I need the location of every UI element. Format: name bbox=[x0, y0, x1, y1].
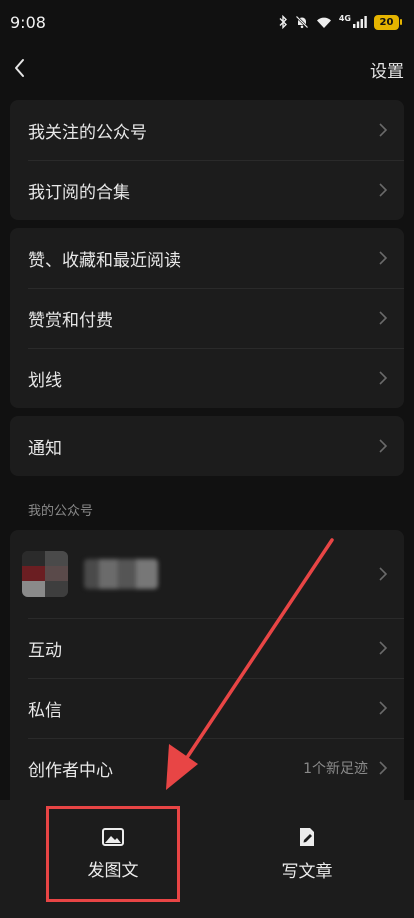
chevron-right-icon bbox=[379, 567, 388, 581]
account-name-blurred bbox=[84, 559, 158, 589]
post-image-text-label: 发图文 bbox=[87, 860, 139, 881]
wifi-icon bbox=[316, 17, 331, 28]
chevron-right-icon bbox=[379, 123, 388, 137]
row-interaction[interactable]: 互动 bbox=[10, 618, 404, 678]
post-image-text-button[interactable]: 发图文 bbox=[46, 806, 180, 902]
nav-bar: 设置 bbox=[0, 48, 414, 88]
network-type-label: 4G bbox=[338, 13, 351, 23]
row-highlights[interactable]: 划线 bbox=[10, 348, 404, 408]
chevron-right-icon bbox=[379, 371, 388, 385]
chevron-right-icon bbox=[379, 761, 388, 775]
row-label: 互动 bbox=[28, 640, 62, 661]
chevron-right-icon bbox=[379, 701, 388, 715]
row-label: 私信 bbox=[28, 700, 62, 721]
row-label: 我关注的公众号 bbox=[28, 122, 147, 143]
status-icons: 4G 20 bbox=[278, 13, 402, 30]
battery-indicator: 20 bbox=[374, 14, 402, 30]
row-likes-favorites-recent[interactable]: 赞、收藏和最近阅读 bbox=[10, 228, 404, 288]
avatar bbox=[22, 551, 68, 597]
row-label: 划线 bbox=[28, 370, 62, 391]
row-label: 我订阅的合集 bbox=[28, 182, 130, 203]
status-bar: 9:08 4G 20 bbox=[0, 0, 414, 44]
write-article-label: 写文章 bbox=[281, 861, 333, 882]
card-activity: 赞、收藏和最近阅读 赞赏和付费 划线 bbox=[10, 228, 404, 408]
edit-document-icon bbox=[300, 827, 314, 846]
card-subscriptions: 我关注的公众号 我订阅的合集 bbox=[10, 100, 404, 220]
chevron-right-icon bbox=[379, 439, 388, 453]
bottom-action-bar: 发图文 写文章 bbox=[0, 800, 414, 918]
card-my-accounts: 互动 私信 创作者中心 1个新足迹 bbox=[10, 530, 404, 820]
chevron-left-icon bbox=[15, 59, 24, 77]
row-label: 创作者中心 bbox=[28, 760, 113, 781]
write-article-button[interactable]: 写文章 bbox=[242, 808, 372, 900]
image-icon bbox=[102, 827, 124, 846]
row-private-messages[interactable]: 私信 bbox=[10, 678, 404, 738]
new-footprint-badge: 1个新足迹 bbox=[303, 761, 368, 777]
row-account[interactable] bbox=[10, 530, 404, 618]
mute-bell-icon bbox=[295, 15, 309, 29]
card-notifications: 通知 bbox=[10, 416, 404, 476]
status-time: 9:08 bbox=[10, 12, 46, 32]
row-rewards-payments[interactable]: 赞赏和付费 bbox=[10, 288, 404, 348]
back-button[interactable] bbox=[8, 54, 36, 82]
row-label: 通知 bbox=[28, 438, 62, 459]
row-notifications[interactable]: 通知 bbox=[10, 416, 404, 476]
row-followed-accounts[interactable]: 我关注的公众号 bbox=[10, 100, 404, 160]
section-title-my-accounts: 我的公众号 bbox=[28, 504, 94, 519]
chevron-right-icon bbox=[379, 641, 388, 655]
row-label: 赞赏和付费 bbox=[28, 310, 113, 331]
row-subscribed-collections[interactable]: 我订阅的合集 bbox=[10, 160, 404, 220]
settings-button[interactable]: 设置 bbox=[370, 57, 404, 82]
row-creator-center[interactable]: 创作者中心 1个新足迹 bbox=[10, 738, 404, 798]
row-label: 赞、收藏和最近阅读 bbox=[28, 250, 181, 271]
chevron-right-icon bbox=[379, 311, 388, 325]
chevron-right-icon bbox=[379, 251, 388, 265]
signal-icon bbox=[353, 16, 367, 28]
battery-level: 20 bbox=[374, 14, 399, 30]
chevron-right-icon bbox=[379, 183, 388, 197]
bluetooth-icon bbox=[279, 15, 287, 29]
